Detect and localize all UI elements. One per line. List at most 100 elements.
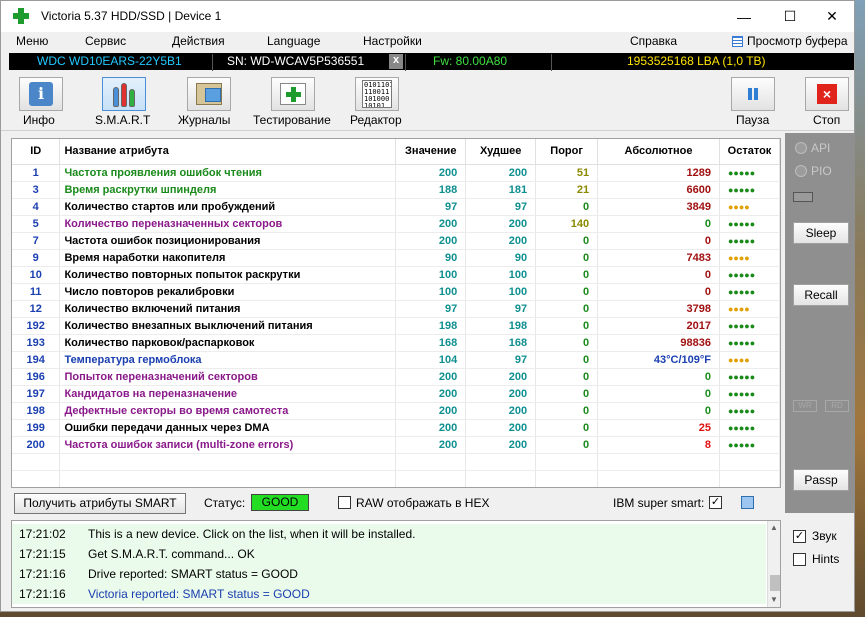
cell-attribute-name: Число повторов рекалибровки bbox=[59, 283, 397, 301]
buffer-view-menu[interactable]: Просмотр буфера bbox=[732, 34, 848, 48]
cell-health: ●●●●● bbox=[719, 385, 780, 403]
minimize-button[interactable]: — bbox=[721, 1, 767, 32]
cell-id: 10 bbox=[12, 266, 61, 284]
cell-attribute-name: Частота ошибок записи (multi-zone errors… bbox=[59, 436, 397, 454]
device-close-button[interactable]: x bbox=[389, 54, 403, 69]
cell-value: 200 bbox=[395, 436, 467, 454]
cell-attribute-name: Время раскрутки шпинделя bbox=[59, 181, 397, 199]
menu-item-menu[interactable]: Меню bbox=[16, 34, 48, 48]
scroll-up-icon[interactable]: ▲ bbox=[770, 523, 778, 532]
status-bar: Получить атрибуты SMART Статус: GOOD RAW… bbox=[11, 493, 781, 515]
cell-raw: 7483 bbox=[597, 249, 720, 267]
recall-button[interactable]: Recall bbox=[793, 284, 849, 306]
column-header-name[interactable]: Название атрибута bbox=[59, 139, 397, 165]
sound-label: Звук bbox=[812, 529, 837, 543]
radio-circle-icon bbox=[795, 142, 807, 154]
color-indicator[interactable] bbox=[741, 496, 754, 509]
table-row[interactable]: 200 Частота ошибок записи (multi-zone err… bbox=[12, 436, 780, 454]
menu-item-service[interactable]: Сервис bbox=[85, 34, 126, 48]
table-row[interactable]: 9 Время наработки накопителя 90 90 0 7483 ●●●● bbox=[12, 249, 780, 267]
cell-attribute-name: Попыток переназначений секторов bbox=[59, 368, 397, 386]
api-label: API bbox=[811, 141, 831, 155]
column-header-worst[interactable]: Худшее bbox=[465, 139, 537, 165]
smart-button[interactable] bbox=[102, 77, 146, 111]
cell-threshold: 140 bbox=[535, 215, 599, 233]
cell-attribute-name: Количество повторных попыток раскрутки bbox=[59, 266, 397, 284]
table-row[interactable]: 196 Попыток переназначений секторов 200 200… bbox=[12, 368, 780, 386]
scroll-thumb[interactable] bbox=[770, 575, 780, 591]
table-row[interactable]: 1 Частота проявления ошибок чтения 200 200 5… bbox=[12, 164, 780, 182]
cell-raw: 0 bbox=[597, 385, 720, 403]
menu-item-actions[interactable]: Действия bbox=[172, 34, 225, 48]
table-row[interactable]: 12 Количество включений питания 97 97 0 3798 ●… bbox=[12, 300, 780, 318]
buffer-view-label: Просмотр буфера bbox=[747, 34, 848, 48]
cell-raw: 2017 bbox=[597, 317, 720, 335]
device-firmware: Fw: 80.00A80 bbox=[433, 54, 508, 68]
cell-attribute-name: Количество стартов или пробуждений bbox=[59, 198, 397, 216]
sound-checkbox[interactable]: ✓ Звук bbox=[793, 529, 837, 543]
smart-attributes-table[interactable]: ID Название атрибута Значение Худшее Пор… bbox=[11, 138, 781, 488]
empty-cell bbox=[535, 453, 599, 471]
cell-worst: 97 bbox=[465, 198, 537, 216]
column-header-value[interactable]: Значение bbox=[395, 139, 467, 165]
cell-threshold: 21 bbox=[535, 181, 599, 199]
table-row[interactable]: 199 Ошибки передачи данных через DMA 200 20… bbox=[12, 419, 780, 437]
column-header-health[interactable]: Остаток bbox=[719, 139, 780, 165]
get-smart-button[interactable]: Получить атрибуты SMART bbox=[14, 493, 186, 514]
table-row[interactable]: 198 Дефектные секторы во время самотеста 2… bbox=[12, 402, 780, 420]
cell-threshold: 0 bbox=[535, 283, 599, 301]
table-row[interactable]: 4 Количество стартов или пробуждений 97 97 0… bbox=[12, 198, 780, 216]
table-row[interactable]: 3 Время раскрутки шпинделя 188 181 21 6600 ●●●… bbox=[12, 181, 780, 199]
cell-attribute-name: Кандидатов на переназначение bbox=[59, 385, 397, 403]
stop-button[interactable]: × bbox=[805, 77, 849, 111]
editor-button[interactable]: 0101101 110011 101000 10101 bbox=[355, 77, 399, 111]
cell-raw: 8 bbox=[597, 436, 720, 454]
ibm-super-smart-checkbox[interactable]: ✓ bbox=[709, 496, 722, 509]
log-scrollbar[interactable]: ▲ ▼ bbox=[767, 521, 780, 607]
api-radio[interactable]: API bbox=[795, 141, 830, 155]
menu-item-settings[interactable]: Настройки bbox=[363, 34, 422, 48]
empty-cell bbox=[597, 470, 720, 487]
testing-button[interactable] bbox=[271, 77, 315, 111]
pause-button[interactable] bbox=[731, 77, 775, 111]
log-message: This is a new device. Click on the list,… bbox=[88, 527, 416, 541]
table-row[interactable]: 194 Температура гермоблока 104 97 0 43°C/109°… bbox=[12, 351, 780, 369]
table-row[interactable]: 11 Число повторов рекалибровки 100 100 0 0 ●●●… bbox=[12, 283, 780, 301]
log-panel[interactable]: 17:21:02 This is a new device. Click on t… bbox=[11, 520, 781, 608]
hints-checkbox[interactable]: Hints bbox=[793, 552, 839, 566]
cell-threshold: 0 bbox=[535, 419, 599, 437]
maximize-button[interactable]: ☐ bbox=[767, 1, 813, 32]
table-row[interactable]: 192 Количество внезапных выключений питан… bbox=[12, 317, 780, 335]
menu-item-help[interactable]: Справка bbox=[630, 34, 677, 48]
log-message: Victoria reported: SMART status = GOOD bbox=[88, 587, 310, 601]
device-info-bar[interactable]: WDC WD10EARS-22Y5B1 SN: WD-WCAV5P536551 … bbox=[9, 53, 854, 71]
pio-radio[interactable]: PIO bbox=[795, 164, 832, 178]
column-header-raw[interactable]: Абсолютное bbox=[597, 139, 720, 165]
table-row[interactable]: 197 Кандидатов на переназначение 200 200 0 0 ●… bbox=[12, 385, 780, 403]
column-header-threshold[interactable]: Порог bbox=[535, 139, 599, 165]
empty-cell bbox=[719, 453, 780, 471]
logs-button[interactable] bbox=[187, 77, 231, 111]
cell-id: 196 bbox=[12, 368, 61, 386]
indicator-rect bbox=[793, 192, 813, 202]
info-button[interactable]: i bbox=[19, 77, 63, 111]
empty-cell bbox=[59, 453, 397, 471]
column-header-id[interactable]: ID bbox=[12, 139, 61, 165]
cell-raw: 98836 bbox=[597, 334, 720, 352]
cell-id: 11 bbox=[12, 283, 61, 301]
sleep-button[interactable]: Sleep bbox=[793, 222, 849, 244]
table-row[interactable]: 10 Количество повторных попыток раскрутки… bbox=[12, 266, 780, 284]
table-row[interactable]: 5 Количество переназначенных секторов 200 2… bbox=[12, 215, 780, 233]
table-row[interactable]: 7 Частота ошибок позиционирования 200 200 0 0… bbox=[12, 232, 780, 250]
cell-health: ●●●● bbox=[719, 249, 780, 267]
scroll-down-icon[interactable]: ▼ bbox=[770, 595, 778, 604]
cell-worst: 181 bbox=[465, 181, 537, 199]
cell-health: ●●●●● bbox=[719, 266, 780, 284]
close-button[interactable]: ✕ bbox=[809, 1, 855, 32]
status-label: Статус: bbox=[204, 496, 246, 510]
passp-button[interactable]: Passp bbox=[793, 469, 849, 491]
cell-threshold: 0 bbox=[535, 334, 599, 352]
menu-item-language[interactable]: Language bbox=[267, 34, 320, 48]
table-row[interactable]: 193 Количество парковок/распарковок 168 168… bbox=[12, 334, 780, 352]
raw-hex-checkbox[interactable] bbox=[338, 496, 351, 509]
